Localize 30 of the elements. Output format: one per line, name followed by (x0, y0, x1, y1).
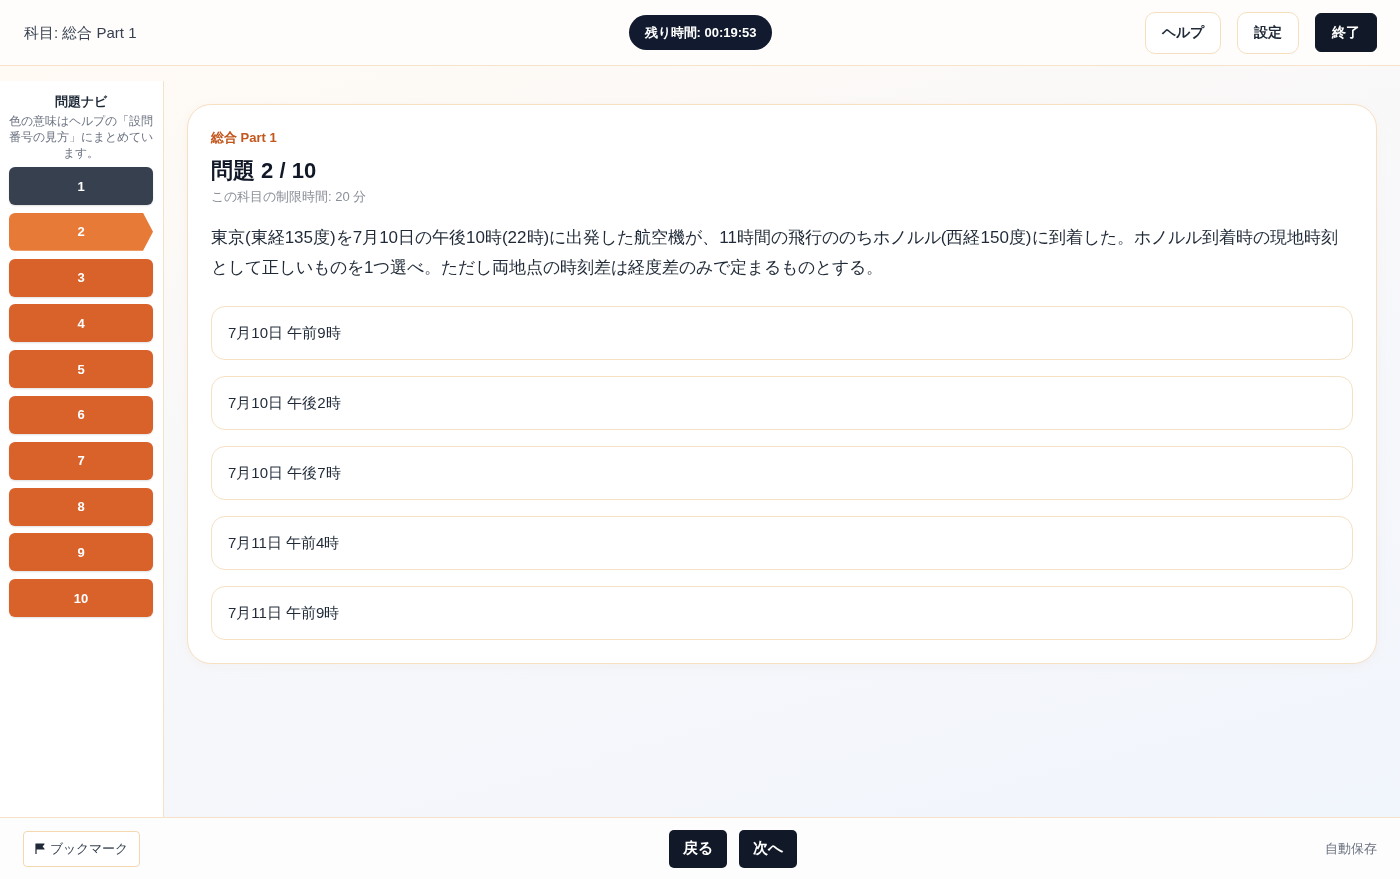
help-button[interactable]: ヘルプ (1145, 11, 1221, 54)
question-number-button[interactable]: 4 (9, 304, 153, 343)
answer-choice[interactable]: 7月10日 午前9時 (211, 306, 1353, 360)
time-limit-text: この科目の制限時間: 20 分 (211, 188, 368, 206)
settings-button[interactable]: 設定 (1237, 11, 1299, 54)
question-number-button[interactable]: 7 (9, 441, 153, 480)
answer-choice[interactable]: 7月11日 午前9時 (211, 586, 1353, 640)
question-number-button[interactable]: 5 (9, 350, 153, 389)
question-number-button[interactable]: 6 (9, 396, 153, 434)
question-number-button[interactable]: 1 (9, 167, 153, 205)
question-number-button[interactable]: 8 (9, 487, 153, 526)
question-text: 東京(東経135度)を7月10日の午後10時(22時)に出発した航空機が、11時間の飛行ののちホノルル(西経150度)に到着した。ホノルル到着時の現地時刻として正しいものを1つ選べ。ただし両地点の時刻差は経度差のみで定まるものとする。 (211, 227, 1339, 279)
question-number-button[interactable]: 3 (9, 258, 153, 297)
flag-icon (35, 843, 45, 854)
autosave-status: 自動保存 (1325, 839, 1377, 858)
section-label: 総合 Part 1 (211, 129, 278, 147)
question-title: 問題 2 / 10 (211, 157, 318, 185)
end-button[interactable]: 終了 (1315, 13, 1377, 52)
nav-title: 問題ナビ (54, 93, 108, 111)
answer-choice[interactable]: 7月10日 午後2時 (211, 376, 1353, 430)
bookmark-button[interactable]: ブックマーク (23, 830, 140, 867)
question-number-button[interactable]: 10 (9, 579, 153, 618)
answer-choice[interactable]: 7月11日 午前4時 (211, 516, 1353, 570)
subject-label: 科目: 総合 Part 1 (24, 24, 137, 43)
remaining-time-badge: 残り時間: 00:19:53 (628, 15, 773, 50)
question-number-button[interactable]: 9 (9, 533, 153, 572)
back-button[interactable]: 戻る (668, 829, 727, 868)
next-button[interactable]: 次へ (738, 829, 797, 868)
nav-help-note: 色の意味はヘルプの「設問番号の見方」にまとめています。 (8, 113, 154, 161)
answer-choice[interactable]: 7月10日 午後7時 (211, 446, 1353, 500)
